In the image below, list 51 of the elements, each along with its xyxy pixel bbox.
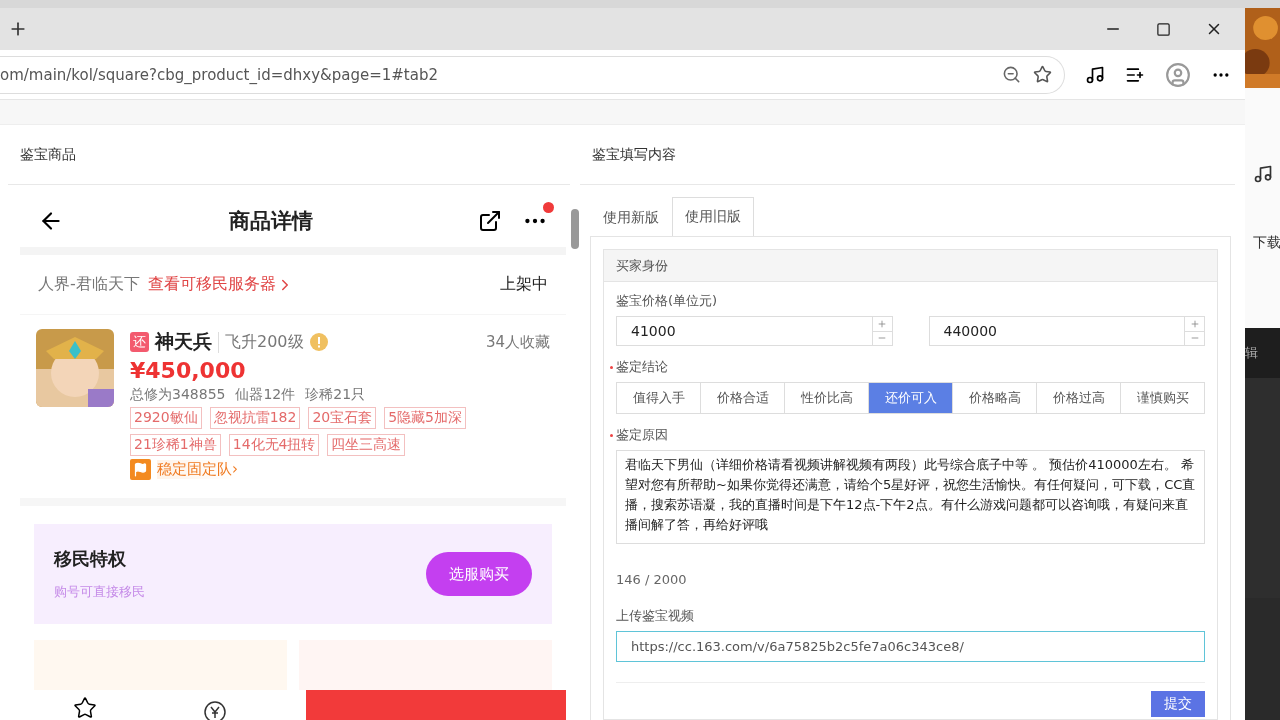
video-url-input[interactable]: https://cc.163.com/v/6a75825b2c5fe7a06c343ce8/ bbox=[616, 631, 1205, 662]
field-label: 上传鉴宝视频 bbox=[616, 607, 695, 625]
zoom-out-icon[interactable] bbox=[1002, 65, 1021, 84]
url-text: om/main/kol/square?cbg_product_id=dhxy&page=1#tab2 bbox=[0, 65, 439, 84]
attribute-tag: 14化无4扭转 bbox=[228, 434, 320, 456]
profile-icon[interactable] bbox=[1165, 61, 1191, 88]
attribute-tag: 5隐藏5加深 bbox=[384, 407, 467, 429]
scrollbar-thumb[interactable] bbox=[571, 209, 579, 249]
version-tab[interactable]: 使用旧版 bbox=[672, 197, 754, 237]
submit-button[interactable]: 提交 bbox=[1151, 691, 1205, 717]
section-header: 买家身份 bbox=[604, 250, 1217, 282]
conclusion-option[interactable]: 还价可入 bbox=[868, 383, 952, 413]
field-label: 鉴定结论 bbox=[616, 359, 668, 374]
yen-icon[interactable] bbox=[203, 700, 227, 720]
panel-title: 鉴宝填写内容 bbox=[580, 125, 1235, 185]
stat-text: 珍稀21只 bbox=[305, 386, 366, 404]
character-level: 飞升200级 bbox=[218, 331, 304, 353]
share-icon[interactable] bbox=[478, 209, 502, 233]
migrate-server-link[interactable]: 查看可移民服务器 bbox=[147, 274, 276, 295]
attribute-tag: 忽视抗雷182 bbox=[209, 407, 301, 429]
flag-icon bbox=[130, 459, 151, 480]
migration-subtitle: 购号可直接移民 bbox=[54, 583, 145, 601]
star-icon[interactable] bbox=[73, 696, 97, 720]
favorite-star-icon[interactable] bbox=[1033, 65, 1052, 84]
attribute-tag: 四坐三高速 bbox=[327, 434, 406, 456]
required-mark bbox=[610, 434, 613, 437]
page-title: 商品详情 bbox=[228, 208, 314, 235]
panel-title: 鉴宝商品 bbox=[8, 125, 570, 185]
character-counter: 146 / 2000 bbox=[616, 572, 688, 587]
attribute-tag: 20宝石套 bbox=[308, 407, 377, 429]
stat-text: 总修为348855 bbox=[130, 386, 226, 404]
field-label: 鉴宝价格(单位元) bbox=[616, 292, 719, 310]
favorites-count: 34人收藏 bbox=[485, 332, 550, 352]
listing-status: 上架中 bbox=[500, 274, 548, 295]
download-label: 下载 bbox=[1253, 234, 1280, 252]
attribute-tag: 21珍稀1神兽 bbox=[130, 434, 221, 456]
required-mark bbox=[610, 366, 613, 369]
music-icon[interactable] bbox=[1085, 64, 1105, 85]
album-label: 辑 bbox=[1245, 344, 1258, 362]
stat-text: 仙器12件 bbox=[235, 386, 296, 404]
select-server-button[interactable]: 选服购买 bbox=[426, 552, 532, 596]
reason-textarea[interactable]: 君临天下男仙（详细价格请看视频讲解视频有两段）此号综合底子中等 。 预估价410000左右。 希望对您有所帮助~如果你觉得还满意，请给个5星好评，祝您生活愉快。有任何疑问，可下载，CC直播，搜索苏语凝，我的直播时间是下午12点-下午2点。有什么游戏问题都可以咨询哦，有疑问来直播间解了答，再给好评哦 bbox=[616, 450, 1205, 544]
field-label: 鉴定原因 bbox=[616, 427, 668, 442]
maximize-icon[interactable] bbox=[1156, 21, 1171, 37]
server-name: 人界-君临天下 bbox=[38, 274, 140, 295]
migration-title: 移民特权 bbox=[54, 547, 127, 571]
price: ¥450,000 bbox=[130, 358, 247, 383]
return-badge: 还 bbox=[130, 332, 149, 352]
music-icon[interactable] bbox=[1253, 164, 1273, 184]
attribute-tag: 2920敏仙 bbox=[130, 407, 202, 429]
character-name: 神天兵 bbox=[155, 329, 212, 354]
